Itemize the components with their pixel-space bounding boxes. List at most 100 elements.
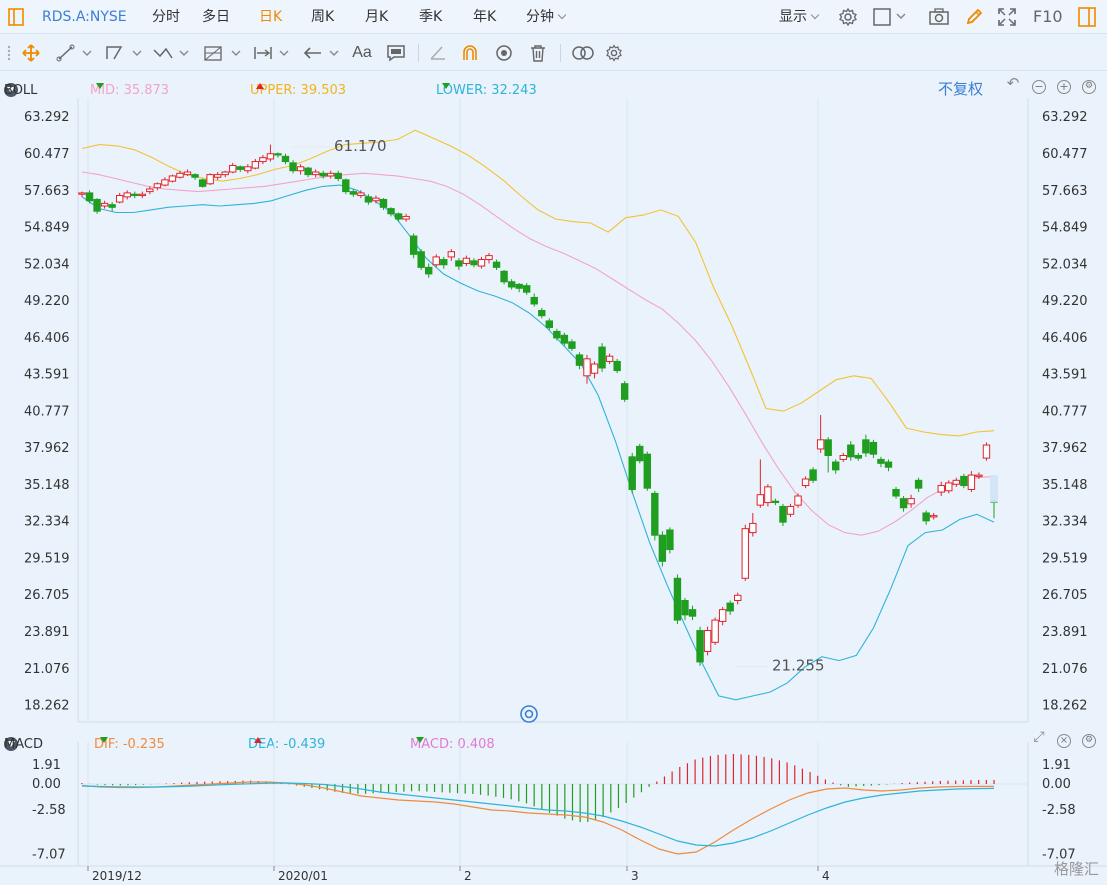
y-tick-label-left: 29.519 [24, 551, 70, 566]
candle-up [432, 256, 440, 266]
candle-down [530, 296, 538, 305]
candle-down [892, 488, 900, 497]
candle-down [334, 172, 342, 180]
y-tick-label-right: 43.591 [1042, 368, 1088, 383]
macd-y-tick-right: -2.58 [1042, 803, 1076, 818]
candle-up [794, 495, 802, 506]
y-tick-label-right: 29.519 [1042, 551, 1088, 566]
candle-up [123, 192, 131, 198]
candle-down [658, 534, 667, 562]
candle-down [191, 174, 199, 178]
y-tick-label-left: 49.220 [24, 294, 70, 309]
candle-down [726, 602, 734, 612]
candle-down [613, 360, 621, 372]
macd-dif-line [81, 781, 994, 855]
candle-down [319, 172, 327, 177]
candle-down [108, 204, 116, 208]
candle-up [937, 485, 945, 493]
candle-up [583, 358, 591, 377]
candle-down [568, 341, 576, 349]
candle-up [311, 171, 320, 176]
candle-up [605, 355, 614, 362]
candle-up [168, 175, 177, 182]
candle-up [146, 188, 154, 193]
y-tick-label-right: 23.891 [1042, 625, 1088, 640]
candle-up [462, 257, 471, 264]
candle-down [560, 334, 569, 344]
candle-down [455, 260, 463, 267]
candle-up [930, 515, 938, 518]
candlestick-series [78, 144, 998, 666]
y-tick-label-left: 32.334 [24, 515, 70, 530]
macd-y-tick-right: 1.91 [1042, 758, 1071, 773]
candle-down [884, 461, 893, 468]
candle-down [575, 354, 584, 366]
candle-up [161, 179, 169, 186]
candle-up [786, 505, 795, 515]
candle-down [847, 444, 855, 458]
candle-down [553, 330, 561, 339]
candle-down [507, 281, 516, 288]
y-tick-label-left: 60.477 [24, 147, 70, 162]
y-tick-label-left: 40.777 [24, 404, 70, 419]
candle-up [485, 255, 493, 261]
y-tick-label-left: 46.406 [24, 331, 70, 346]
y-tick-label-right: 54.849 [1042, 221, 1088, 236]
y-tick-label-left: 26.705 [24, 588, 70, 603]
candle-up [816, 439, 825, 450]
chart-canvas[interactable]: 63.292 63.292 60.477 60.477 57.663 57.663 54.8… [0, 0, 1107, 885]
watermark-logo: 格隆汇 [1053, 861, 1099, 878]
boll-lower-line [81, 184, 995, 701]
y-tick-label-right: 37.962 [1042, 441, 1088, 456]
candle-down [342, 179, 350, 193]
candle-down [636, 445, 644, 462]
candle-up [244, 166, 252, 172]
candle-down [779, 505, 787, 523]
candle-down [349, 191, 358, 195]
candle-down [854, 454, 863, 459]
candle-up [229, 164, 237, 173]
candle-down [131, 193, 139, 197]
candle-down [673, 577, 682, 621]
candle-down [771, 500, 780, 504]
candle-up [749, 522, 757, 534]
candle-down [85, 192, 94, 202]
candle-down [960, 475, 968, 487]
candle-up [213, 174, 222, 178]
candle-up [78, 192, 86, 195]
candle-up [952, 479, 961, 485]
y-tick-label-right: 32.334 [1042, 515, 1088, 530]
candle-down [409, 235, 418, 255]
y-tick-label-right: 40.777 [1042, 404, 1088, 419]
candle-down [236, 166, 244, 170]
candle-down [869, 441, 878, 455]
candle-down [289, 162, 297, 172]
candle-down [379, 198, 388, 208]
candle-up [296, 166, 305, 172]
candle-down [304, 167, 312, 176]
last-candle-highlight [990, 475, 998, 503]
y-tick-label-right: 26.705 [1042, 588, 1088, 603]
candle-up [945, 482, 953, 492]
macd-y-tick-left: -7.07 [32, 848, 66, 863]
candle-down [198, 179, 207, 187]
y-tick-label-left: 23.891 [24, 625, 70, 640]
candle-up [975, 474, 983, 477]
candle-up [206, 174, 214, 185]
candle-up [477, 259, 486, 267]
candle-up [221, 171, 229, 176]
x-tick-label: 2 [464, 869, 472, 883]
candle-down [681, 600, 689, 616]
candle-down [364, 196, 373, 203]
candle-down [824, 439, 832, 456]
boll-mid-line [81, 171, 995, 536]
candle-up [756, 494, 765, 506]
candle-up [176, 172, 184, 178]
y-tick-label-right: 35.148 [1042, 478, 1088, 493]
candle-up [100, 202, 109, 207]
candle-down [538, 309, 546, 317]
x-tick-label: 2020/01 [278, 869, 328, 883]
candle-down [417, 251, 425, 268]
candle-down [394, 213, 403, 220]
candle-up [251, 161, 260, 169]
